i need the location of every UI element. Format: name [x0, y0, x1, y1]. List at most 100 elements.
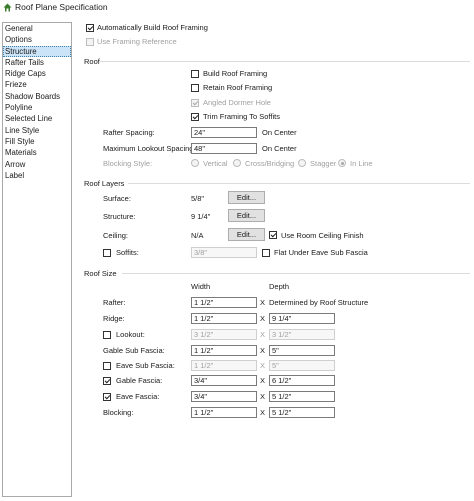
- rafter-depth-text: Determined by Roof Structure: [269, 298, 369, 307]
- rafter-spacing-input[interactable]: 24": [191, 127, 257, 138]
- eave-fascia-depth-input[interactable]: 5 1/2": [269, 391, 335, 402]
- roof-size-section-title: Roof Size: [84, 269, 117, 278]
- home-app-icon: [3, 3, 12, 12]
- roof-layers-section-title: Roof Layers: [84, 179, 125, 188]
- retain-roof-framing-checkbox[interactable]: [191, 84, 199, 92]
- ridge-x-symbol: X: [260, 314, 266, 323]
- trim-framing-to-soffits-checkbox[interactable]: [191, 113, 199, 121]
- eave-fascia-label: Eave Fascia:: [116, 392, 160, 401]
- roof-section-divider: [100, 61, 470, 62]
- blocking-width-input[interactable]: 1 1/2": [191, 407, 257, 418]
- use-framing-reference-checkbox[interactable]: [86, 38, 94, 46]
- ceiling-value: N/A: [191, 231, 204, 240]
- eave-fascia-checkbox[interactable]: [103, 393, 111, 401]
- eave-sub-fascia-checkbox[interactable]: [103, 362, 111, 370]
- sidebar-item-label[interactable]: Label: [3, 170, 71, 181]
- rafter-size-label: Rafter:: [103, 298, 126, 307]
- gable-fascia-label: Gable Fascia:: [116, 376, 163, 385]
- soffits-checkbox[interactable]: [103, 249, 111, 257]
- use-framing-reference-label: Use Framing Reference: [97, 37, 177, 46]
- eave-fascia-width-input[interactable]: 3/4": [191, 391, 257, 402]
- max-lookout-spacing-input[interactable]: 48": [191, 143, 257, 154]
- structure-panel: Automatically Build Roof Framing Use Fra…: [76, 14, 472, 501]
- ridge-size-label: Ridge:: [103, 314, 125, 323]
- lookout-width-input[interactable]: 3 1/2": [191, 329, 257, 340]
- angled-dormer-hole-checkbox[interactable]: [191, 99, 199, 107]
- angled-dormer-hole-label: Angled Dormer Hole: [203, 98, 271, 107]
- sidebar-item-shadow-boards[interactable]: Shadow Boards: [3, 91, 71, 102]
- auto-build-framing-label: Automatically Build Roof Framing: [97, 23, 208, 32]
- width-header: Width: [191, 282, 211, 291]
- surface-value: 5/8": [191, 194, 205, 203]
- use-room-ceiling-finish-checkbox[interactable]: [269, 231, 277, 239]
- gable-fascia-checkbox[interactable]: [103, 377, 111, 385]
- ridge-width-input[interactable]: 1 1/2": [191, 313, 257, 324]
- gable-fascia-depth-input[interactable]: 6 1/2": [269, 375, 335, 386]
- gable-sub-fascia-width-input[interactable]: 1 1/2": [191, 345, 257, 356]
- sidebar-item-arrow[interactable]: Arrow: [3, 159, 71, 170]
- max-lookout-spacing-label: Maximum Lookout Spacing:: [103, 144, 196, 153]
- structure-edit-button[interactable]: Edit...: [228, 209, 265, 222]
- blocking-stagger-label: Stagger: [310, 159, 337, 168]
- eave-fascia-x-symbol: X: [260, 392, 266, 401]
- flat-under-eave-sub-fascia-label: Flat Under Eave Sub Fascia: [274, 248, 368, 257]
- soffits-label: Soffits:: [116, 248, 139, 257]
- ridge-depth-input[interactable]: 9 1/4": [269, 313, 335, 324]
- ceiling-edit-button[interactable]: Edit...: [228, 228, 265, 241]
- blocking-cross-bridging-radio[interactable]: [233, 159, 241, 167]
- blocking-vertical-label: Vertical: [203, 159, 228, 168]
- rafter-x-symbol: X: [260, 298, 266, 307]
- sidebar-item-frieze[interactable]: Frieze: [3, 79, 71, 90]
- sidebar-item-selected-line[interactable]: Selected Line: [3, 113, 71, 124]
- eave-sub-fascia-x-symbol: X: [260, 361, 266, 370]
- blocking-x-symbol: X: [260, 408, 266, 417]
- blocking-in-line-label: In Line: [350, 159, 373, 168]
- gable-sub-fascia-x-symbol: X: [260, 346, 266, 355]
- auto-build-framing-checkbox[interactable]: [86, 24, 94, 32]
- sidebar-item-options[interactable]: Options: [3, 34, 71, 45]
- structure-label: Structure:: [103, 212, 136, 221]
- rafter-width-input[interactable]: 1 1/2": [191, 297, 257, 308]
- sidebar-item-fill-style[interactable]: Fill Style: [3, 136, 71, 147]
- ceiling-label: Ceiling:: [103, 231, 129, 240]
- surface-edit-button[interactable]: Edit...: [228, 191, 265, 204]
- build-roof-framing-checkbox[interactable]: [191, 70, 199, 78]
- title-bar: Roof Plane Specification: [0, 0, 474, 14]
- eave-sub-fascia-width-input[interactable]: 1 1/2": [191, 360, 257, 371]
- rafter-spacing-unit: On Center: [262, 128, 297, 137]
- soffits-input[interactable]: 3/8": [191, 247, 257, 258]
- eave-sub-fascia-depth-input[interactable]: 5": [269, 360, 335, 371]
- use-room-ceiling-finish-label: Use Room Ceiling Finish: [281, 231, 364, 240]
- depth-header: Depth: [269, 282, 290, 291]
- lookout-depth-input[interactable]: 3 1/2": [269, 329, 335, 340]
- blocking-in-line-radio[interactable]: [338, 159, 346, 167]
- sidebar-item-general[interactable]: General: [3, 23, 71, 34]
- eave-sub-fascia-label: Eave Sub Fascia:: [116, 361, 175, 370]
- lookout-x-symbol: X: [260, 330, 266, 339]
- gable-fascia-width-input[interactable]: 3/4": [191, 375, 257, 386]
- flat-under-eave-sub-fascia-checkbox[interactable]: [262, 249, 270, 257]
- structure-value: 9 1/4": [191, 212, 211, 221]
- blocking-vertical-radio[interactable]: [191, 159, 199, 167]
- sidebar-item-line-style[interactable]: Line Style: [3, 125, 71, 136]
- sidebar-item-materials[interactable]: Materials: [3, 147, 71, 158]
- sidebar-item-rafter-tails[interactable]: Rafter Tails: [3, 57, 71, 68]
- blocking-depth-input[interactable]: 5 1/2": [269, 407, 335, 418]
- roof-size-section-divider: [122, 273, 470, 274]
- trim-framing-to-soffits-label: Trim Framing To Soffits: [203, 112, 280, 121]
- sidebar-item-polyline[interactable]: Polyline: [3, 102, 71, 113]
- lookout-size-label: Lookout:: [116, 330, 145, 339]
- blocking-size-label: Blocking:: [103, 408, 134, 417]
- blocking-style-label: Blocking Style:: [103, 159, 153, 168]
- blocking-stagger-radio[interactable]: [298, 159, 306, 167]
- sidebar-item-ridge-caps[interactable]: Ridge Caps: [3, 68, 71, 79]
- lookout-checkbox[interactable]: [103, 331, 111, 339]
- roof-section-title: Roof: [84, 57, 100, 66]
- surface-label: Surface:: [103, 194, 131, 203]
- gable-fascia-x-symbol: X: [260, 376, 266, 385]
- roof-layers-section-divider: [128, 183, 470, 184]
- gable-sub-fascia-label: Gable Sub Fascia:: [103, 346, 165, 355]
- blocking-cross-bridging-label: Cross/Bridging: [245, 159, 295, 168]
- gable-sub-fascia-depth-input[interactable]: 5": [269, 345, 335, 356]
- sidebar-item-structure[interactable]: Structure: [3, 45, 71, 57]
